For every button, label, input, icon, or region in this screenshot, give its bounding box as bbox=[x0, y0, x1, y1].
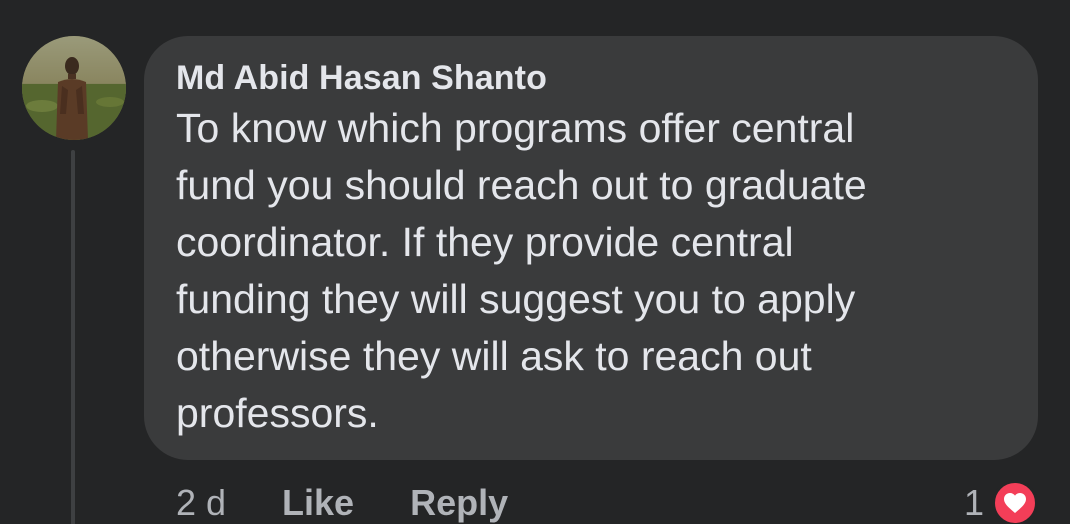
reply-button[interactable]: Reply bbox=[410, 482, 508, 524]
reaction-summary[interactable]: 1 bbox=[964, 478, 1038, 524]
comment-thread: Md Abid Hasan Shanto To know which progr… bbox=[0, 0, 1070, 524]
comment-bubble: Md Abid Hasan Shanto To know which progr… bbox=[144, 36, 1038, 460]
comment-timestamp[interactable]: 2 d bbox=[176, 482, 226, 524]
reaction-count: 1 bbox=[963, 482, 984, 523]
heart-icon bbox=[992, 480, 1038, 524]
like-button[interactable]: Like bbox=[282, 482, 354, 524]
avatar[interactable] bbox=[22, 36, 126, 140]
comment-author-name[interactable]: Md Abid Hasan Shanto bbox=[176, 56, 1008, 100]
comment-actions: 2 d Like Reply bbox=[176, 478, 564, 524]
avatar-photo bbox=[22, 36, 126, 140]
comment-text: To know which programs offer central fun… bbox=[176, 105, 867, 436]
thread-connector-line bbox=[71, 150, 75, 524]
